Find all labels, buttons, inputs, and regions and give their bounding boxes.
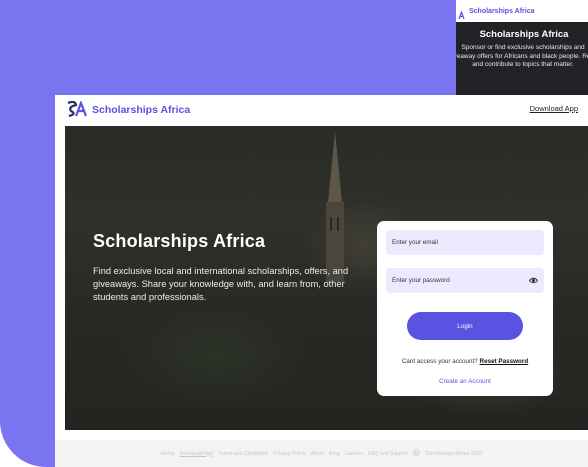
mobile-title: Scholarships Africa (479, 29, 569, 40)
access-text-row: Cant access your account? Reset Password (377, 358, 553, 365)
footer: Home Download App Terms and Conditions P… (55, 440, 588, 467)
brand-logo[interactable]: Scholarships Africa (65, 99, 191, 118)
hero-description: Find exclusive local and international s… (93, 266, 349, 302)
brand-name: Scholarships Africa (92, 103, 191, 116)
footer-link-about[interactable]: About (311, 451, 325, 457)
hero-title: Scholarships Africa (93, 231, 266, 251)
mobile-preview: Scholarships Africa Scholarships Africa … (456, 0, 588, 96)
logo-icon (458, 7, 466, 19)
footer-link-faq[interactable]: FAQ and Support (368, 451, 408, 457)
access-help-text: Cant access your account? (401, 358, 478, 365)
mobile-brand-name[interactable]: Scholarships Africa (469, 8, 535, 15)
password-field-wrap (386, 268, 544, 293)
screenshot-stage: Scholarships Africa Scholarships Africa … (0, 0, 588, 467)
footer-copyright: Scholarships Africa 2020 (425, 450, 483, 457)
reset-password-link[interactable]: Reset Password (480, 358, 529, 365)
footer-link-careers[interactable]: Careers (345, 451, 363, 457)
mobile-header: Scholarships Africa (456, 0, 588, 22)
download-app-link[interactable]: Download App (530, 104, 578, 113)
footer-link-blog[interactable]: Blog (329, 451, 339, 457)
hero-section: Scholarships Africa Find exclusive local… (65, 126, 588, 430)
email-input[interactable] (386, 230, 544, 255)
top-navbar: Scholarships Africa Download App (55, 95, 588, 125)
copyright-icon (413, 449, 420, 458)
logo-icon (65, 99, 89, 118)
desktop-window: Scholarships Africa Download App Scholar… (55, 95, 588, 467)
eye-icon[interactable] (529, 276, 538, 285)
create-account-link[interactable]: Create an Account (377, 378, 553, 385)
footer-link-privacy[interactable]: Privacy Policy (273, 451, 305, 457)
footer-link-terms[interactable]: Terms and Conditions (218, 451, 268, 457)
footer-link-home[interactable]: Home (161, 451, 175, 457)
login-button[interactable]: Login (407, 312, 523, 340)
mobile-description: Sponsor or find exclusive scholarships a… (456, 44, 588, 68)
footer-link-download[interactable]: Download App (180, 451, 213, 457)
login-card: Login Cant access your account? Reset Pa… (377, 221, 553, 396)
